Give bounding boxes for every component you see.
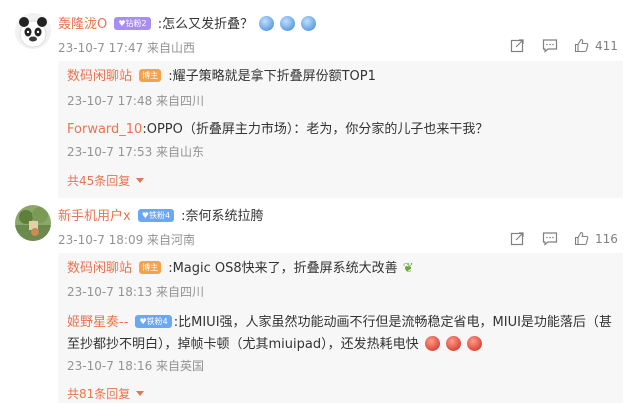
like-button[interactable]: 116 bbox=[574, 231, 618, 246]
reply-text: :耀子策略就是拿下折叠屏份额TOP1 bbox=[168, 69, 376, 84]
comment-header: 新手机用户x ♥铁粉4 :奈何系统拉胯 bbox=[58, 206, 264, 224]
comment-meta: 23-10-7 17:47 来自山西 bbox=[58, 41, 196, 55]
more-replies-link[interactable]: 共45条回复 bbox=[67, 172, 145, 189]
comment-meta: 23-10-7 18:09 来自河南 bbox=[58, 233, 196, 247]
comment-username[interactable]: 轰隆泷O bbox=[58, 17, 107, 32]
reply-text: 至抄都抄不明白），掉帧卡顿（尤其miuipad），还发热耗电快 bbox=[67, 337, 419, 352]
more-replies-label: 共45条回复 bbox=[67, 174, 131, 188]
reply-text: :比MIUI强，人家虽然功能动画不行但是流畅稳定省电，MIUI是功能落后（甚 bbox=[173, 315, 612, 330]
like-count: 411 bbox=[595, 38, 618, 53]
more-replies-label: 共81条回复 bbox=[67, 387, 131, 401]
comment-username[interactable]: 新手机用户x bbox=[58, 209, 131, 224]
fan-badge: ♥铁粉4 bbox=[135, 315, 172, 328]
fan-badge: ♥铁粉4 bbox=[137, 209, 175, 222]
emoji-icon bbox=[466, 336, 482, 351]
reply-text: :Magic OS8快来了，折叠屏系统大改善 bbox=[168, 261, 398, 276]
more-replies-link[interactable]: 共81条回复 bbox=[67, 385, 145, 402]
share-icon bbox=[510, 39, 524, 53]
thumbs-up-icon bbox=[574, 38, 589, 53]
emoji-icon bbox=[301, 16, 317, 31]
reply-meta: 23-10-7 18:16 来自英国 bbox=[67, 359, 205, 373]
reply-username[interactable]: 姬野星奏-- bbox=[67, 315, 128, 330]
heart-icon: ♥ bbox=[141, 211, 149, 220]
share-button[interactable] bbox=[510, 38, 525, 53]
reply-item: 数码闲聊站 博主 :Magic OS8快来了，折叠屏系统大改善 ❦ bbox=[67, 258, 414, 278]
reply-text: :OPPO（折叠屏主力市场）：老为，你分家的儿子也来干我？ bbox=[142, 122, 489, 137]
triangle-down-icon bbox=[136, 391, 145, 396]
emoji-icon bbox=[445, 336, 461, 351]
share-icon bbox=[510, 232, 524, 246]
like-count: 116 bbox=[595, 231, 618, 246]
comment-button[interactable] bbox=[542, 231, 558, 246]
reply-item: 数码闲聊站 博主 :耀子策略就是拿下折叠屏份额TOP1 bbox=[67, 66, 376, 86]
comment-text: :怎么又发折叠？ bbox=[157, 17, 254, 32]
emoji-icon bbox=[424, 336, 440, 351]
share-button[interactable] bbox=[510, 231, 525, 246]
heart-icon: ♥ bbox=[118, 19, 126, 28]
emoji-icon bbox=[280, 16, 296, 31]
reply-username[interactable]: 数码闲聊站 bbox=[67, 261, 132, 276]
comment-icon bbox=[542, 232, 558, 246]
author-badge: 博主 bbox=[139, 69, 162, 82]
comment-text: :奈何系统拉胯 bbox=[181, 209, 264, 224]
reply-username[interactable]: 数码闲聊站 bbox=[67, 69, 132, 84]
triangle-down-icon bbox=[136, 178, 145, 183]
fan-badge-label: 钻粉2 bbox=[125, 19, 147, 28]
comment-icon bbox=[542, 39, 558, 53]
reply-meta: 23-10-7 18:13 来自四川 bbox=[67, 285, 205, 299]
fan-badge-label: 铁粉4 bbox=[146, 317, 168, 326]
avatar[interactable] bbox=[15, 13, 51, 49]
fan-badge-label: 铁粉4 bbox=[148, 211, 171, 220]
reply-item: Forward_10:OPPO（折叠屏主力市场）：老为，你分家的儿子也来干我？ bbox=[67, 119, 488, 139]
like-button[interactable]: 411 bbox=[574, 38, 618, 53]
fan-badge: ♥钻粉2 bbox=[114, 17, 151, 30]
author-badge: 博主 bbox=[139, 261, 162, 274]
emoji-icon bbox=[259, 16, 275, 31]
heart-icon: ♥ bbox=[139, 317, 147, 326]
reply-item: 姬野星奏-- ♥铁粉4:比MIUI强，人家虽然功能动画不行但是流畅稳定省电，MI… bbox=[67, 311, 612, 355]
comment-button[interactable] bbox=[542, 38, 558, 53]
landscape-avatar-icon bbox=[15, 205, 51, 241]
reply-meta: 23-10-7 17:53 来自山东 bbox=[67, 145, 205, 159]
comment-header: 轰隆泷O ♥钻粉2 :怎么又发折叠？ bbox=[58, 14, 317, 32]
panda-avatar-icon bbox=[15, 13, 51, 49]
avatar[interactable] bbox=[15, 205, 51, 241]
thumbs-up-icon bbox=[574, 231, 589, 246]
reply-username[interactable]: Forward_10 bbox=[67, 122, 142, 137]
leaf-emoji-icon: ❦ bbox=[402, 261, 414, 276]
reply-meta: 23-10-7 17:48 来自四川 bbox=[67, 94, 205, 108]
